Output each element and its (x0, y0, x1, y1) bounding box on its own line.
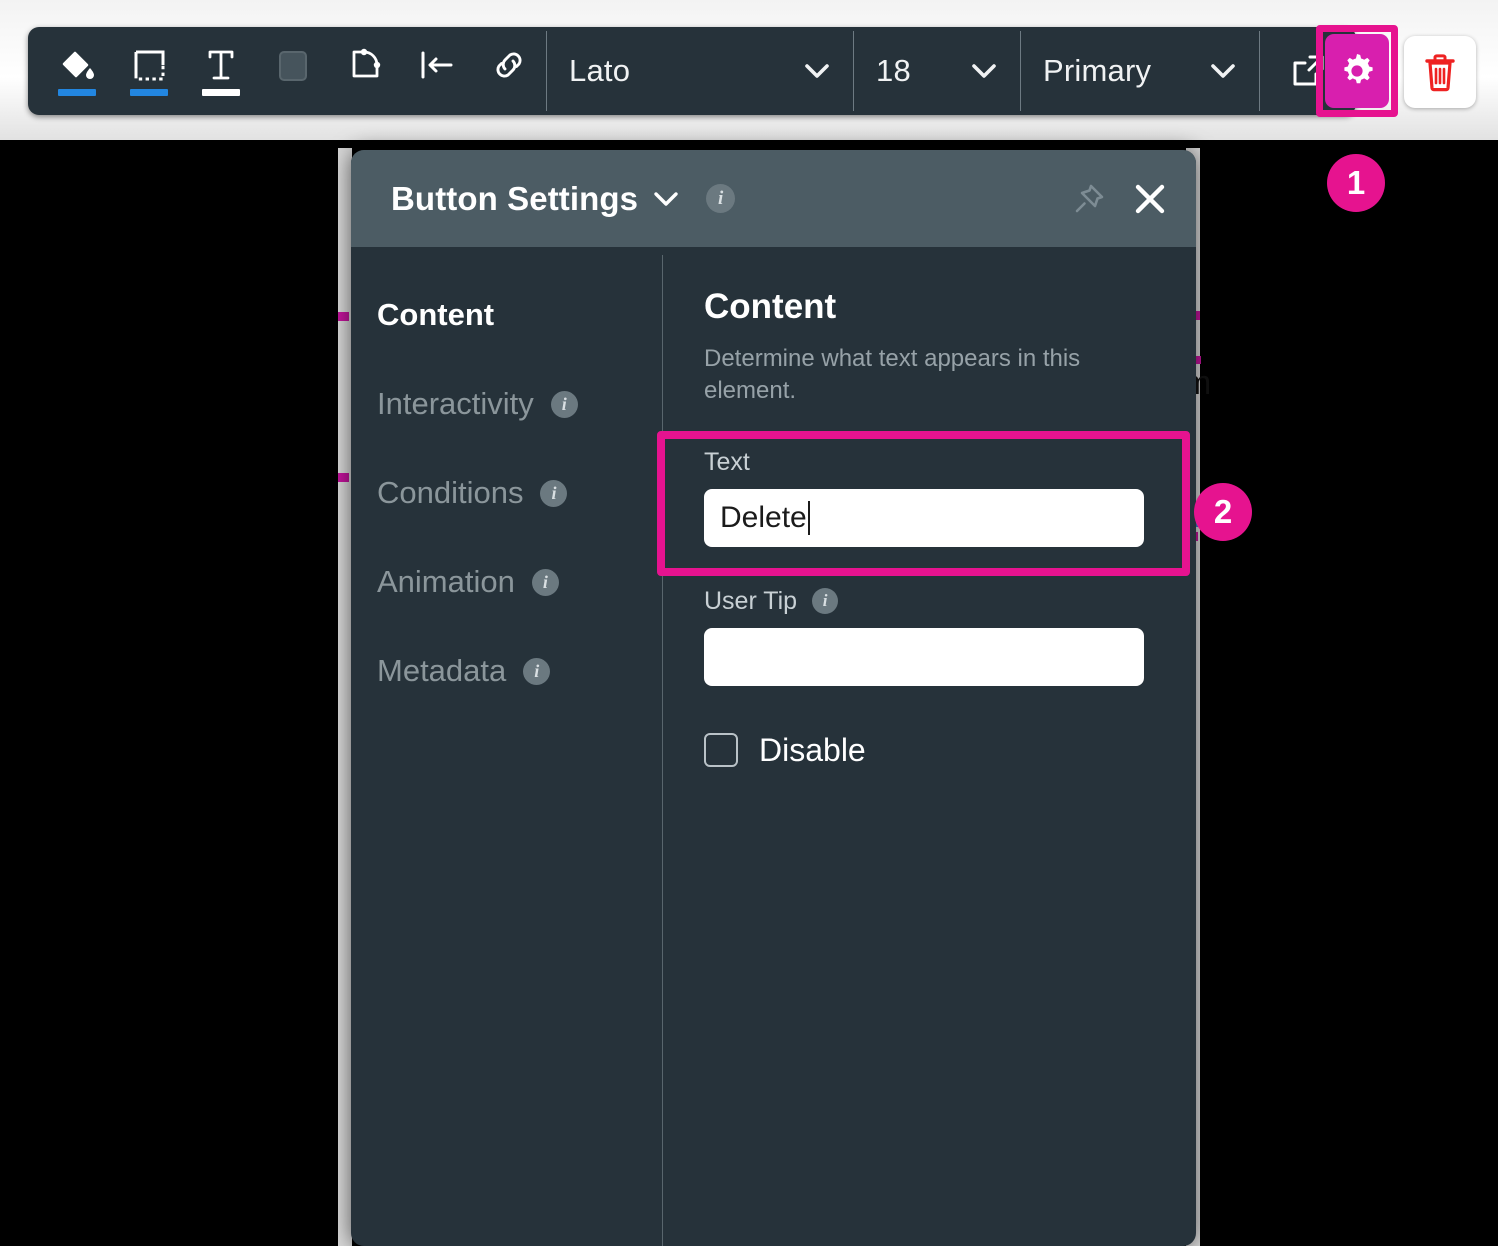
user-tip-input[interactable] (704, 627, 1144, 686)
font-family-select[interactable]: Lato (547, 27, 853, 115)
sidebar-item-interactivity[interactable]: Interactivity i (377, 376, 662, 432)
text-color-icon[interactable] (198, 42, 244, 100)
panel-header: Button Settings i (351, 150, 1196, 247)
info-icon[interactable]: i (523, 657, 551, 685)
fill-color-icon[interactable] (54, 42, 100, 100)
user-tip-label-row: User Tip i (704, 587, 1150, 616)
info-icon[interactable]: i (550, 390, 578, 418)
style-select[interactable]: Primary (1021, 27, 1259, 115)
font-size-select[interactable]: 18 (854, 27, 1020, 115)
sidebar-item-conditions[interactable]: Conditions i (377, 465, 662, 521)
corner-radius-underline (346, 90, 384, 97)
screen: m Lato 18 Primary Button Settings i Cont… (0, 0, 1498, 1246)
text-field-group: Text Delete (704, 448, 1150, 547)
canvas-strip-left (338, 148, 352, 1246)
info-icon[interactable]: i (706, 184, 736, 213)
border-color-swatch (130, 88, 168, 96)
sidebar-item-label: Interactivity (377, 386, 534, 421)
info-icon[interactable]: i (531, 568, 559, 596)
sidebar-item-label: Conditions (377, 475, 524, 510)
selection-handle[interactable] (338, 312, 349, 321)
align-left-underline (418, 88, 456, 95)
text-field-label-row: Text (704, 448, 1150, 477)
text-cursor (807, 500, 810, 535)
background-swatch-icon[interactable] (270, 42, 316, 100)
info-icon[interactable]: i (540, 479, 568, 507)
button-settings-panel: Button Settings i Content Interactivity … (351, 150, 1196, 1246)
pin-icon[interactable] (1072, 182, 1106, 216)
chevron-down-icon[interactable] (652, 190, 680, 208)
chevron-down-icon (1195, 62, 1259, 80)
disable-checkbox[interactable] (704, 733, 738, 768)
sidebar-item-label: Animation (377, 564, 515, 599)
toolbar-icon-group (28, 27, 546, 115)
element-toolbar: Lato 18 Primary (28, 27, 1356, 115)
disable-checkbox-row[interactable]: Disable (704, 732, 1150, 769)
settings-gear-button[interactable] (1325, 34, 1389, 108)
align-left-icon[interactable] (414, 42, 460, 100)
font-family-value: Lato (569, 53, 631, 88)
background-swatch-underline (274, 88, 312, 95)
step-badge-2: 2 (1194, 483, 1252, 541)
chevron-down-icon (956, 62, 1020, 80)
text-field-label: Text (704, 447, 750, 476)
style-value: Primary (1043, 53, 1152, 88)
chevron-down-icon (789, 62, 853, 80)
info-icon[interactable]: i (812, 588, 839, 615)
content-description: Determine what text appears in this elem… (704, 345, 1081, 405)
border-color-icon[interactable] (126, 42, 172, 100)
step-badge-1: 1 (1327, 154, 1385, 212)
corner-radius-icon[interactable] (342, 42, 388, 100)
text-color-swatch (202, 88, 240, 96)
font-size-value: 18 (876, 53, 911, 88)
disable-label: Disable (759, 731, 866, 768)
toolbar-bar: Lato 18 Primary (0, 0, 1498, 140)
link-underline (490, 90, 528, 97)
sidebar-item-metadata[interactable]: Metadata i (377, 643, 662, 699)
panel-content: Content Determine what text appears in t… (662, 247, 1196, 1246)
sidebar-item-animation[interactable]: Animation i (377, 554, 662, 610)
sidebar-item-content[interactable]: Content (377, 287, 662, 343)
link-icon[interactable] (486, 42, 532, 100)
selection-handle-small[interactable] (1196, 356, 1201, 364)
panel-title: Button Settings (391, 179, 639, 217)
panel-nav: Content Interactivity i Conditions i Ani… (351, 247, 663, 1246)
content-heading: Content (704, 287, 837, 326)
selection-handle[interactable] (338, 473, 349, 482)
close-icon[interactable] (1132, 181, 1168, 217)
fill-color-swatch (58, 88, 96, 96)
sidebar-item-label: Content (377, 297, 495, 332)
text-input-value: Delete (720, 500, 807, 534)
panel-body: Content Interactivity i Conditions i Ani… (351, 247, 1196, 1246)
user-tip-label: User Tip (704, 586, 798, 615)
delete-button[interactable] (1404, 36, 1476, 108)
text-input[interactable]: Delete (704, 488, 1144, 547)
sidebar-item-label: Metadata (377, 653, 507, 688)
user-tip-field-group: User Tip i (704, 587, 1150, 686)
